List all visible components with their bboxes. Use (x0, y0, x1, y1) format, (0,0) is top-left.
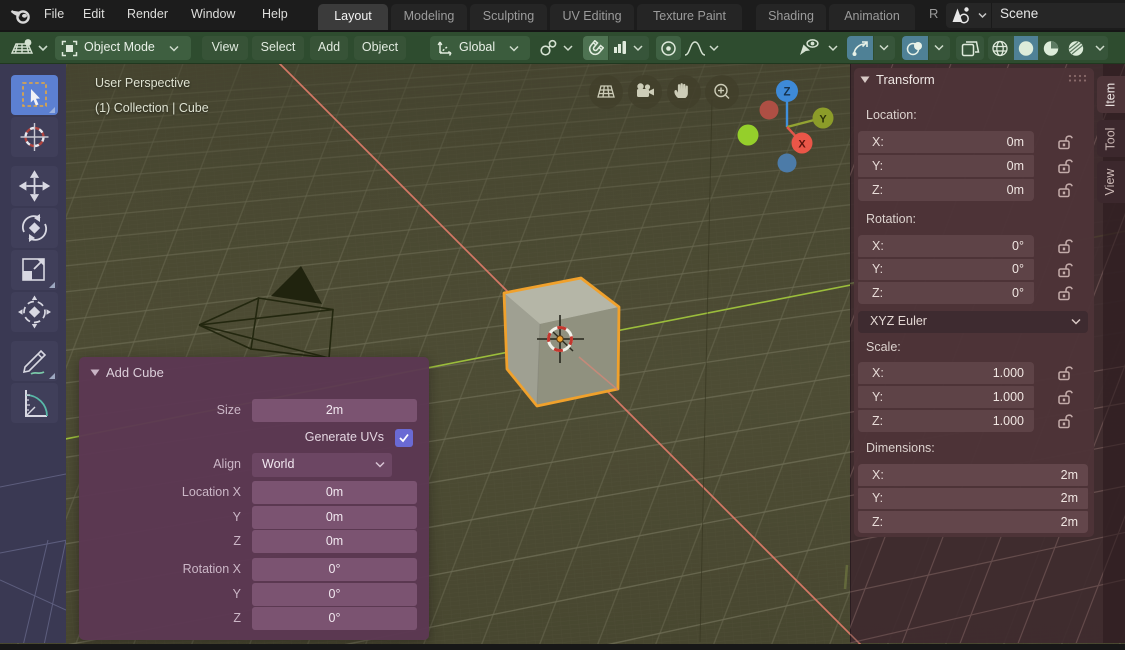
svg-text:X: X (798, 139, 806, 151)
svg-text:Y: Y (819, 114, 827, 126)
svg-text:Z: Z (783, 87, 790, 99)
